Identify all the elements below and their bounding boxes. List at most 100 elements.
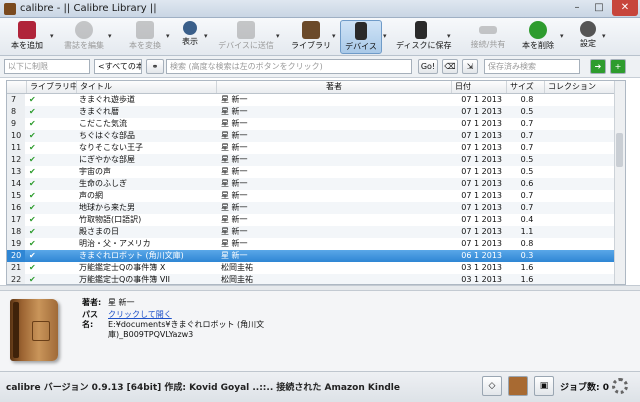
edit-metadata-button[interactable]: 書誌を編集	[60, 20, 108, 54]
scrollbar-thumb[interactable]	[616, 133, 623, 167]
author-cell: 星 新一	[221, 167, 248, 176]
in-library-check-icon: ✔	[29, 227, 36, 236]
book-list[interactable]: ライブラリ中 タイトル 著者 日付 サイズ コレクション 7 ✔ きまぐれ遊歩道星 …	[6, 80, 626, 285]
cover-grid-toggle[interactable]: ▣	[534, 376, 554, 396]
copy-search-icon: ⇲	[466, 62, 474, 71]
row-number-cell: 21	[7, 262, 25, 274]
table-row[interactable]: 16 ✔ 地球から来た男 星 新一 07 1 2013 0.7	[7, 202, 615, 214]
title-cell: 声の網	[79, 191, 103, 200]
convert-books-button[interactable]: 本を変換	[124, 20, 166, 54]
close-button[interactable]: ✕	[612, 0, 638, 16]
manage-searches-button[interactable]: +	[610, 59, 626, 74]
header-in-library[interactable]: ライブラリ中	[27, 81, 77, 93]
date-cell: 07 1 2013	[461, 167, 502, 176]
save-search-button[interactable]: ➔	[590, 59, 606, 74]
table-row[interactable]: 19 ✔ 明治・父・アメリカ 星 新一 07 1 2013 0.8	[7, 238, 615, 250]
library-button[interactable]: ライブラリ	[290, 20, 332, 54]
saved-searches-combo[interactable]: 保存済み検索	[484, 59, 580, 74]
table-row[interactable]: 10 ✔ ちぐはぐな部品 星 新一 07 1 2013 0.7	[7, 130, 615, 142]
in-library-check-icon: ✔	[29, 191, 36, 200]
convert-icon	[136, 21, 154, 39]
title-cell: 明治・父・アメリカ	[79, 239, 151, 248]
vertical-scrollbar[interactable]	[614, 81, 625, 284]
table-row[interactable]: 13 ✔ 宇宙の声 星 新一 07 1 2013 0.5	[7, 166, 615, 178]
title-cell: 生命のふしぎ	[79, 179, 127, 188]
header-date[interactable]: 日付	[452, 81, 507, 93]
table-row[interactable]: 22 ✔ 万能鑑定士Qの事件簿 VII 松岡圭祐 03 1 2013 1.6	[7, 274, 615, 284]
add-search-icon: +	[614, 62, 622, 71]
send-device-icon	[237, 21, 255, 39]
header-title[interactable]: タイトル	[77, 81, 217, 93]
preferences-button[interactable]: 設定	[574, 20, 602, 54]
remove-books-button[interactable]: 本を削除	[518, 20, 558, 54]
row-number-cell: 17	[7, 214, 25, 226]
book-cover-icon[interactable]	[10, 299, 58, 361]
jobs-count[interactable]: ジョブ数: 0	[560, 380, 609, 393]
title-cell: 万能鑑定士Qの事件簿 X	[79, 263, 166, 272]
view-button[interactable]: 表示	[176, 20, 204, 54]
connect-share-button[interactable]: 接続/共有	[464, 20, 512, 54]
header-author[interactable]: 著者	[217, 81, 452, 93]
author-cell: 松岡圭祐	[221, 275, 253, 284]
title-cell: 宇宙の声	[79, 167, 111, 176]
jobs-spinner-icon	[612, 378, 628, 394]
table-row[interactable]: 15 ✔ 声の網 星 新一 07 1 2013 0.7	[7, 190, 615, 202]
device-dropdown-icon[interactable]: ▾	[383, 32, 387, 40]
add-books-button[interactable]: 本を追加	[4, 20, 50, 54]
send-to-device-button[interactable]: デバイスに送信	[216, 20, 276, 54]
clear-search-button[interactable]: ⌫	[442, 59, 458, 74]
in-library-check-icon: ✔	[29, 167, 36, 176]
main-toolbar: 本を追加 ▾ 書誌を編集 ▾ 本を変換 ▾ 表示 ▾ デバイスに送信 ▾ ライブ…	[0, 18, 640, 56]
header-collection[interactable]: コレクション	[545, 81, 615, 93]
add-books-dropdown-icon[interactable]: ▾	[50, 32, 54, 40]
book-details-toggle[interactable]	[508, 376, 528, 396]
table-row[interactable]: 21 ✔ 万能鑑定士Qの事件簿 X 松岡圭祐 03 1 2013 1.6	[7, 262, 615, 274]
row-number-cell: 14	[7, 178, 25, 190]
in-library-check-icon: ✔	[29, 263, 36, 272]
title-cell: きまぐれ遊歩道	[79, 95, 135, 104]
table-row[interactable]: 12 ✔ にぎやかな部屋 星 新一 07 1 2013 0.5	[7, 154, 615, 166]
device-button[interactable]: デバイス	[340, 20, 382, 54]
book-emblem	[32, 321, 50, 341]
date-cell: 07 1 2013	[461, 95, 502, 104]
table-row[interactable]: 20 ✔ きまぐれロボット (角川文庫) 星 新一 06 1 2013 0.3	[7, 250, 615, 262]
table-row[interactable]: 17 ✔ 竹取物語(口語訳) 星 新一 07 1 2013 0.4	[7, 214, 615, 226]
tag-browser-toggle[interactable]: ◇	[482, 376, 502, 396]
save-dropdown-icon[interactable]: ▾	[447, 32, 451, 40]
copy-search-button[interactable]: ⇲	[462, 59, 478, 74]
save-to-disk-button[interactable]: ディスクに保存	[396, 20, 451, 54]
minimize-button[interactable]: –	[566, 0, 588, 16]
table-row[interactable]: 9 ✔ こだこた気流 星 新一 07 1 2013 0.7	[7, 118, 615, 130]
status-text: calibre バージョン 0.9.13 [64bit] 作成: Kovid G…	[6, 383, 400, 393]
in-library-check-icon: ✔	[29, 239, 36, 248]
restrict-combo[interactable]: 以下に制限	[4, 59, 90, 74]
edit-metadata-dropdown-icon[interactable]: ▾	[108, 32, 112, 40]
search-input[interactable]: 検索 (高度な検索は左のボタンをクリック)	[166, 59, 412, 74]
go-button[interactable]: Go!	[418, 59, 438, 74]
virtual-library-label[interactable]: <すべての本>	[94, 59, 142, 74]
maximize-button[interactable]: □	[588, 0, 610, 16]
table-row[interactable]: 18 ✔ 殿さまの日 星 新一 07 1 2013 1.1	[7, 226, 615, 238]
convert-dropdown-icon[interactable]: ▾	[166, 32, 170, 40]
table-row[interactable]: 8 ✔ きまぐれ暦 星 新一 07 1 2013 0.5	[7, 106, 615, 118]
send-device-dropdown-icon[interactable]: ▾	[276, 32, 280, 40]
table-row[interactable]: 14 ✔ 生命のふしぎ 星 新一 07 1 2013 0.6	[7, 178, 615, 190]
header-size[interactable]: サイズ	[507, 81, 545, 93]
row-number-cell: 8	[7, 106, 25, 118]
in-library-check-icon: ✔	[29, 143, 36, 152]
in-library-check-icon: ✔	[29, 119, 36, 128]
author-value[interactable]: 星 新一	[108, 297, 135, 308]
view-dropdown-icon[interactable]: ▾	[204, 32, 208, 40]
table-row[interactable]: 7 ✔ きまぐれ遊歩道 星 新一 07 1 2013 0.8	[7, 94, 615, 106]
advanced-search-button[interactable]: ⚭	[146, 59, 164, 74]
table-row[interactable]: 11 ✔ なりそこない王子 星 新一 07 1 2013 0.7	[7, 142, 615, 154]
preferences-dropdown-icon[interactable]: ▾	[602, 32, 606, 40]
title-cell: ちぐはぐな部品	[79, 131, 135, 140]
date-cell: 03 1 2013	[461, 275, 502, 284]
author-cell: 松岡圭祐	[221, 263, 253, 272]
save-disk-icon	[415, 21, 427, 39]
size-cell: 0.3	[520, 251, 534, 260]
remove-dropdown-icon[interactable]: ▾	[560, 32, 564, 40]
library-dropdown-icon[interactable]: ▾	[332, 32, 336, 40]
title-cell: きまぐれ暦	[79, 107, 119, 116]
